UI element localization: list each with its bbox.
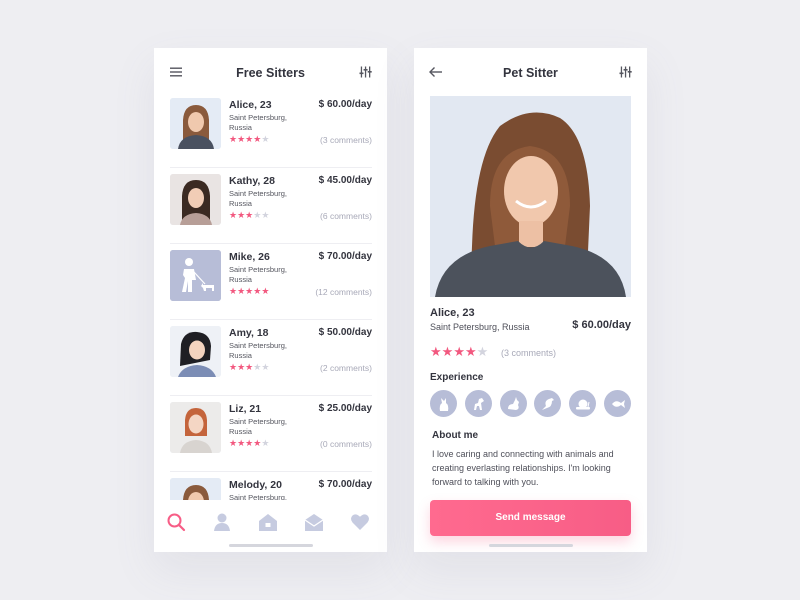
fish-icon[interactable] — [604, 390, 631, 417]
cat-icon[interactable] — [430, 390, 457, 417]
home-indicator — [229, 544, 313, 547]
star-filled-icon: ★ — [229, 286, 238, 296]
comments-count[interactable]: (3 comments) — [320, 135, 372, 145]
comments-count[interactable]: (2 comments) — [320, 363, 372, 373]
star-empty-icon: ★ — [261, 362, 270, 372]
sitter-price: $ 45.00/day — [318, 175, 372, 186]
sitter-name: Liz, 21 — [229, 403, 262, 415]
sitter-name: Alice, 23 — [229, 99, 272, 111]
sitter-name: Melody, 20 — [229, 479, 282, 491]
sitter-name: Mike, 26 — [229, 251, 270, 263]
user-icon[interactable] — [212, 512, 232, 532]
comments-count[interactable]: (12 comments) — [315, 287, 372, 297]
star-filled-icon: ★ — [229, 210, 238, 220]
rating-stars: ★★★★★ — [229, 134, 269, 145]
star-filled-icon: ★ — [229, 134, 238, 144]
star-filled-icon: ★ — [261, 286, 270, 296]
sitter-list: Alice, 23 Saint Petersburg, Russia $ 60.… — [154, 92, 387, 548]
experience-icons — [430, 390, 631, 418]
list-item[interactable]: Mike, 26 Saint Petersburg, Russia $ 70.0… — [170, 244, 372, 320]
snail-icon[interactable] — [569, 390, 596, 417]
page-title: Free Sitters — [236, 66, 305, 80]
sitter-city: Saint Petersburg, Russia — [430, 322, 530, 332]
rabbit-icon[interactable] — [500, 390, 527, 417]
sitter-price: $ 70.00/day — [318, 479, 372, 490]
avatar — [170, 250, 221, 301]
star-empty-icon: ★ — [261, 210, 270, 220]
sitter-name: Alice, 23 — [430, 307, 475, 319]
rating-stars: ★★★★★ — [229, 210, 269, 221]
send-message-button[interactable]: Send message — [430, 500, 631, 536]
avatar — [170, 326, 221, 377]
about-title: About me — [432, 430, 479, 441]
star-empty-icon: ★ — [261, 134, 270, 144]
rating-stars: ★★★★★ — [430, 344, 488, 360]
avatar — [170, 174, 221, 225]
heart-icon[interactable] — [350, 512, 370, 532]
star-empty-icon: ★ — [476, 344, 489, 359]
comments-count[interactable]: (0 comments) — [320, 439, 372, 449]
dog-icon[interactable] — [465, 390, 492, 417]
sitter-price: $ 60.00/day — [572, 319, 631, 331]
star-filled-icon: ★ — [229, 362, 238, 372]
star-filled-icon: ★ — [237, 134, 246, 144]
filter-sliders-icon[interactable] — [619, 66, 632, 78]
list-item[interactable]: Liz, 21 Saint Petersburg, Russia $ 25.00… — [170, 396, 372, 472]
sitter-name: Amy, 18 — [229, 327, 269, 339]
star-filled-icon: ★ — [237, 210, 246, 220]
list-item[interactable]: Amy, 18 Saint Petersburg, Russia $ 50.00… — [170, 320, 372, 396]
sitter-price: $ 25.00/day — [318, 403, 372, 414]
comments-count[interactable]: (6 comments) — [320, 211, 372, 221]
avatar — [170, 98, 221, 149]
sitter-city: Saint Petersburg, Russia — [229, 189, 287, 208]
star-filled-icon: ★ — [237, 362, 246, 372]
about-text: I love caring and connecting with animal… — [432, 449, 614, 487]
sitter-price: $ 50.00/day — [318, 327, 372, 338]
top-bar: Pet Sitter — [414, 48, 647, 96]
list-item[interactable]: Alice, 23 Saint Petersburg, Russia $ 60.… — [170, 92, 372, 168]
top-bar: Free Sitters — [154, 48, 387, 96]
sitter-city: Saint Petersburg, Russia — [229, 265, 287, 284]
search-icon[interactable] — [166, 512, 186, 532]
rating-stars: ★★★★★ — [229, 286, 269, 297]
sitter-price: $ 60.00/day — [318, 99, 372, 110]
sitter-price: $ 70.00/day — [318, 251, 372, 262]
star-empty-icon: ★ — [261, 438, 270, 448]
home-icon[interactable] — [258, 512, 278, 532]
star-filled-icon: ★ — [464, 344, 477, 359]
star-filled-icon: ★ — [237, 438, 246, 448]
profile-photo — [430, 96, 631, 297]
star-filled-icon: ★ — [229, 438, 238, 448]
filter-sliders-icon[interactable] — [359, 66, 372, 78]
comments-count[interactable]: (3 comments) — [501, 348, 556, 358]
home-indicator — [489, 544, 573, 547]
star-filled-icon: ★ — [453, 344, 465, 359]
sitters-list-screen: Free Sitters Alice, 23 Saint Petersburg,… — [154, 48, 387, 552]
star-filled-icon: ★ — [430, 344, 442, 359]
sitter-city: Saint Petersburg, Russia — [229, 341, 287, 360]
pet-sitter-detail-screen: Pet Sitter Alice, 23 Saint Petersburg, R… — [414, 48, 647, 552]
mail-icon[interactable] — [304, 512, 324, 532]
star-filled-icon: ★ — [441, 344, 454, 359]
page-title: Pet Sitter — [503, 66, 558, 80]
sitter-name: Kathy, 28 — [229, 175, 275, 187]
rating-stars: ★★★★★ — [229, 438, 269, 449]
avatar — [170, 402, 221, 453]
sitter-city: Saint Petersburg, Russia — [229, 113, 287, 132]
tab-bar — [154, 500, 387, 552]
dog-walker-icon — [170, 250, 221, 301]
list-item[interactable]: Kathy, 28 Saint Petersburg, Russia $ 45.… — [170, 168, 372, 244]
sitter-city: Saint Petersburg, Russia — [229, 417, 287, 436]
bird-icon[interactable] — [534, 390, 561, 417]
experience-title: Experience — [430, 372, 484, 383]
rating-stars: ★★★★★ — [229, 362, 269, 373]
star-filled-icon: ★ — [237, 286, 246, 296]
